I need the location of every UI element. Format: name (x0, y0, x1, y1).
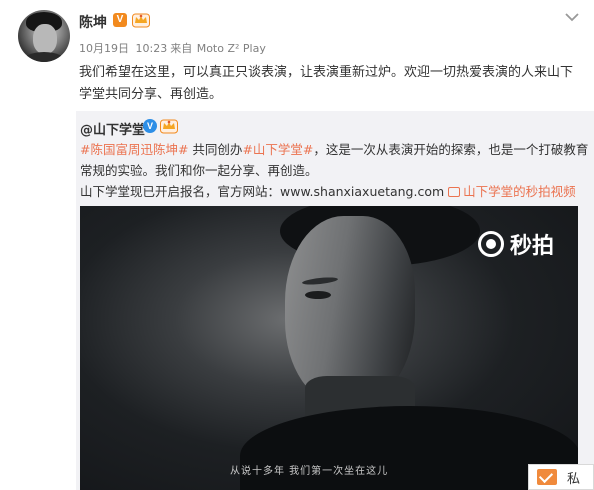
repost-text-segment: 共同创办 (188, 142, 243, 157)
post-source[interactable]: Moto Z² Play (197, 42, 266, 55)
vip-crown-icon[interactable] (160, 118, 178, 134)
envelope-icon (537, 469, 557, 485)
verified-blue-v-icon[interactable]: V (143, 119, 157, 133)
private-message-button[interactable]: 私 (528, 464, 594, 490)
post-time[interactable]: 10:23 (136, 42, 168, 55)
author-name[interactable]: 陈坤 (79, 12, 107, 32)
video-subtitle: 从说十多年 我们第一次坐在这儿 (230, 466, 389, 477)
miaopai-watermark: 秒拍 (478, 228, 554, 260)
miaopai-logo-icon (478, 231, 504, 257)
chevron-down-icon[interactable] (563, 10, 581, 24)
post-source-prefix: 来自 (170, 42, 193, 55)
author-avatar[interactable] (18, 10, 70, 62)
video-player[interactable]: 秒拍 从说十多年 我们第一次坐在这儿 (80, 206, 578, 490)
watermark-text: 秒拍 (510, 234, 555, 259)
post-date[interactable]: 10月19日 (79, 42, 129, 55)
signup-text: 山下学堂现已开启报名，官方网站： (80, 184, 281, 199)
repost-text: #陈国富周迅陈坤# 共同创办#山下学堂#，这是一次从表演开始的探索，也是一个打破… (80, 139, 590, 202)
verified-v-icon[interactable]: V (113, 13, 127, 27)
hashtag-link[interactable]: #山下学堂# (242, 142, 313, 157)
video-icon (448, 187, 461, 197)
video-link[interactable]: 山下学堂的秒拍视频 (448, 184, 576, 199)
hashtag-link[interactable]: #陈国富周迅陈坤# (80, 142, 188, 157)
weibo-post: 陈坤 V 10月19日 10:23 来自 Moto Z² Play 我们希望在这里… (0, 0, 594, 490)
website-link[interactable]: www.shanxiaxuetang.com (280, 184, 444, 199)
video-link-label: 山下学堂的秒拍视频 (463, 184, 576, 199)
private-message-label: 私 (567, 471, 581, 487)
vip-crown-icon[interactable] (132, 12, 150, 28)
repost-username[interactable]: @山下学堂 (80, 119, 145, 138)
post-content: 我们希望在这里，可以真正只谈表演，让表演重新过炉。欢迎一切热爱表演的人来山下学堂… (79, 65, 574, 102)
post-meta: 10月19日 10:23 来自 Moto Z² Play (79, 40, 269, 56)
repost-card: @山下学堂 V #陈国富周迅陈坤# 共同创办#山下学堂#，这是一次从表演开始的探… (76, 111, 594, 490)
